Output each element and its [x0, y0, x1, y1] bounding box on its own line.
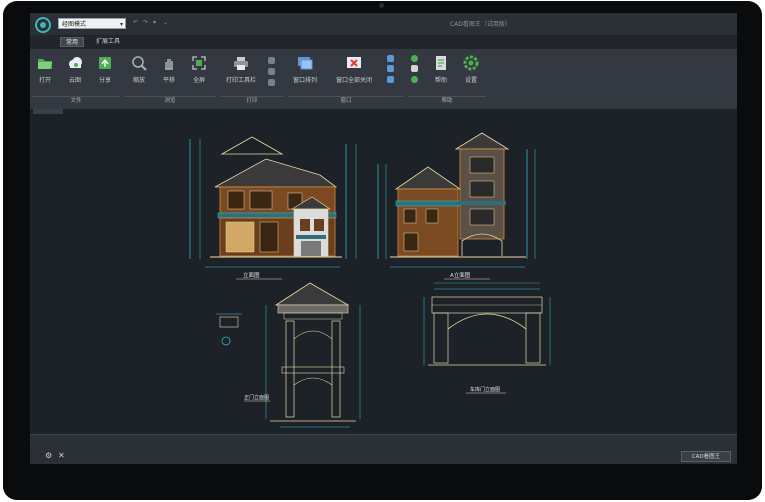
redo-icon[interactable]: ↷ — [143, 19, 148, 26]
open-button[interactable]: 打开 — [32, 53, 58, 93]
info-icon[interactable] — [411, 76, 418, 83]
status-bar: ⚙ ✕ CAD看图王 — [30, 448, 737, 464]
help-button[interactable]: 帮助 — [428, 53, 454, 93]
cloud-icon — [67, 55, 83, 71]
print-toolbar-button[interactable]: 打印工具栏 — [224, 53, 258, 93]
print-icon — [233, 55, 249, 71]
group-label-help: 帮助 — [408, 96, 486, 106]
window-title: CAD看图王（试用版） — [450, 21, 511, 28]
garage-gate-elevation — [423, 282, 551, 366]
zoom-button[interactable]: 缩放 — [126, 53, 152, 93]
villa-side-elevation — [377, 132, 536, 268]
pan-button[interactable]: 平移 — [156, 53, 182, 93]
crosshair-icon[interactable]: ✕ — [58, 452, 66, 460]
cad-drawing: 立面图 A立面图 正门立面图 车库门立面图 — [189, 132, 551, 428]
customize-toolbar-icon[interactable]: ⌄ — [163, 19, 168, 26]
villa-front-elevation — [189, 136, 357, 268]
hand-pan-icon — [161, 55, 177, 71]
caption-gate-elevation: 正门立面图 — [244, 394, 269, 401]
close-all-windows-icon — [346, 55, 362, 71]
group-label-window: 窗口 — [288, 96, 404, 106]
print-settings-icon[interactable] — [268, 79, 275, 86]
title-bar: 经图模式 ↶ ↷ ▾ ⌄ CAD看图王（试用版） — [30, 13, 737, 35]
gate-elevation — [265, 282, 361, 428]
tile-windows-icon[interactable] — [387, 55, 394, 62]
tab-extension-tools[interactable]: 扩展工具 — [90, 37, 126, 47]
cascade-windows-icon[interactable] — [387, 65, 394, 72]
mode-dropdown[interactable]: 经图模式 — [58, 18, 126, 30]
group-label-file: 文件 — [32, 96, 120, 106]
ribbon-toolbar: 打开 云图 分享 缩放 平移 全屏 打印工具栏 窗口排列 窗口全部关闭 帮助 设… — [30, 49, 737, 109]
detail-symbol — [216, 313, 242, 346]
drawing-canvas[interactable]: 立面图 A立面图 正门立面图 车库门立面图 — [30, 109, 737, 434]
window-arrange-button[interactable]: 窗口排列 — [288, 53, 322, 93]
grid-apps-icon[interactable] — [411, 65, 418, 72]
dropdown-arrow-icon[interactable]: ▾ — [153, 19, 156, 26]
horizontal-scrollbar[interactable] — [30, 434, 737, 449]
fullscreen-icon — [191, 55, 207, 71]
zoom-icon — [131, 55, 147, 71]
monitor-base — [3, 470, 762, 500]
undo-icon[interactable]: ↶ — [133, 19, 138, 26]
tab-common[interactable]: 常用 — [60, 37, 84, 47]
group-label-browse: 浏览 — [124, 96, 216, 106]
help-book-icon — [433, 55, 449, 71]
app-logo-icon[interactable] — [35, 17, 51, 33]
camera-dot — [379, 3, 384, 8]
group-label-print: 打印 — [220, 96, 284, 106]
measure-icon[interactable]: ⚙ — [45, 452, 53, 460]
search-drawing-icon[interactable] — [387, 76, 394, 83]
caption-a-elevation: A立面图 — [450, 271, 471, 279]
share-icon — [97, 55, 113, 71]
settings-gear-icon — [463, 55, 479, 71]
settings-button[interactable]: 设置 — [458, 53, 484, 93]
share-button[interactable]: 分享 — [92, 53, 118, 93]
cloud-button[interactable]: 云图 — [62, 53, 88, 93]
update-icon[interactable] — [411, 55, 418, 62]
print-preview-icon[interactable] — [268, 57, 275, 64]
fullscreen-button[interactable]: 全屏 — [186, 53, 212, 93]
caption-garage-gate: 车库门立面图 — [470, 386, 500, 393]
app-window: 经图模式 ↶ ↷ ▾ ⌄ CAD看图王（试用版） 常用 扩展工具 打开 云图 分… — [30, 13, 737, 464]
window-arrange-icon — [297, 55, 313, 71]
folder-open-icon — [37, 55, 53, 71]
brand-badge[interactable]: CAD看图王 — [681, 451, 731, 462]
caption-elevation: 立面图 — [243, 271, 260, 279]
batch-print-icon[interactable] — [268, 68, 275, 75]
close-all-windows-button[interactable]: 窗口全部关闭 — [330, 53, 378, 93]
